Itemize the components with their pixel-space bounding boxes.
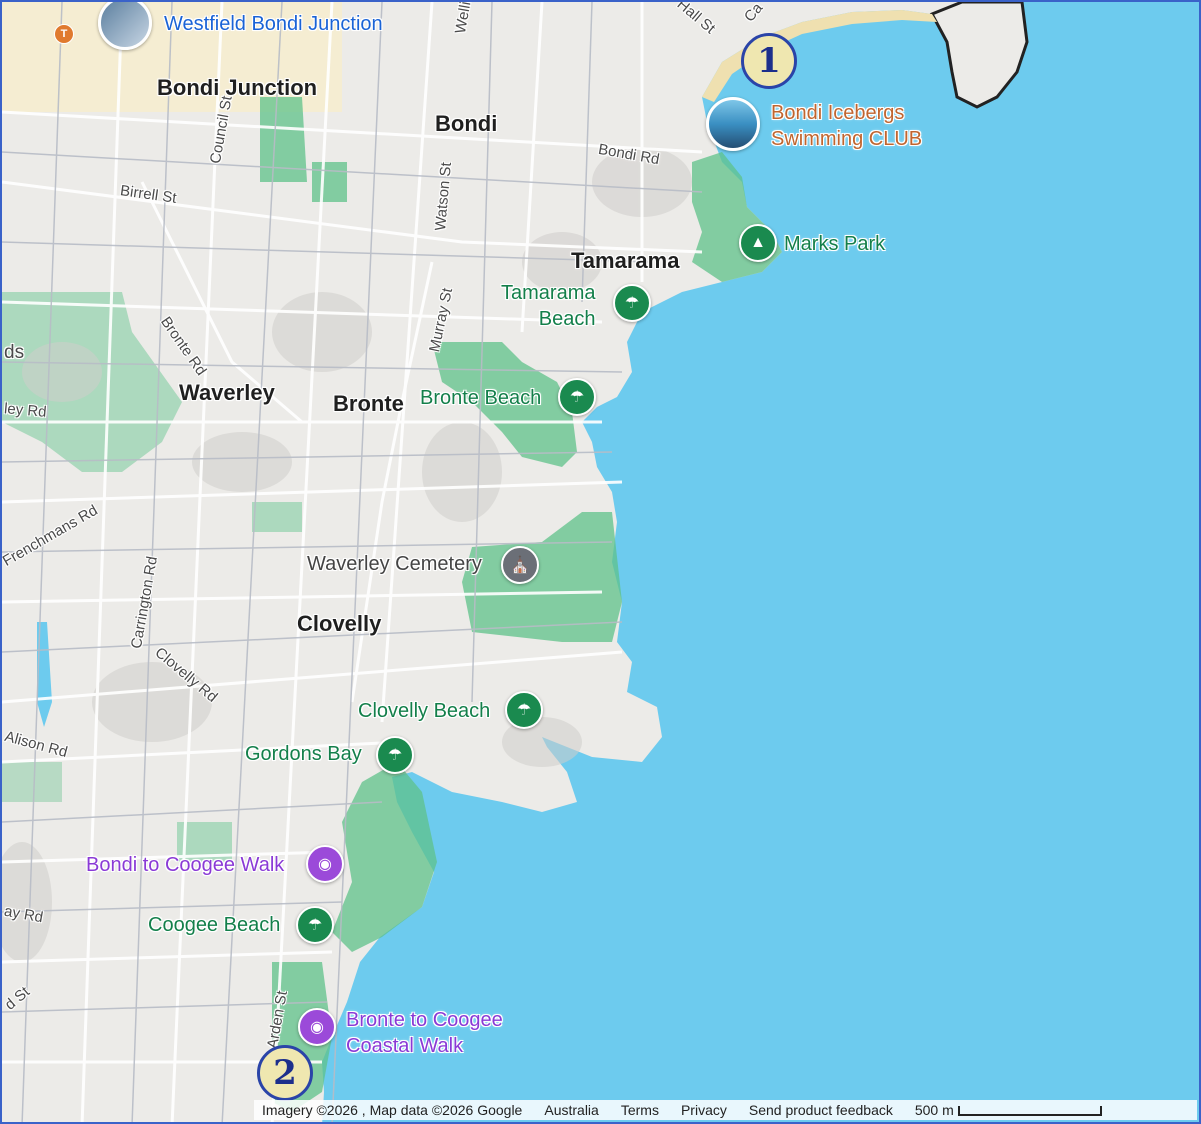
beach-umbrella-icon[interactable]: ☂ <box>296 906 334 944</box>
place-label-icebergs-line1: Bondi Icebergs <box>771 102 905 124</box>
cemetery-icon[interactable]: ⛪ <box>501 546 539 584</box>
suburb-label-bondi-junction: Bondi Junction <box>157 75 318 100</box>
street-label: ley Rd <box>3 400 48 421</box>
imagery-attribution: Imagery ©2026 , Map data ©2026 Google <box>262 1102 523 1118</box>
place-label-coogee-beach[interactable]: Coogee Beach <box>148 914 280 937</box>
camera-icon[interactable]: ◉ <box>306 845 344 883</box>
map-canvas[interactable]: Bondi Junction Bondi Tamarama Waverley B… <box>0 0 1201 1124</box>
route-marker-1[interactable]: 1 <box>741 33 797 89</box>
place-label-bronte-coogee-line1: Bronte to Coogee <box>346 1009 503 1031</box>
map-base <box>2 2 1199 1122</box>
beach-umbrella-icon[interactable]: ☂ <box>558 378 596 416</box>
place-label-clovelly-beach[interactable]: Clovelly Beach <box>358 700 490 723</box>
route-marker-2[interactable]: 2 <box>257 1045 313 1101</box>
place-label-tamarama-beach[interactable]: Tamarama Beach <box>501 280 595 332</box>
tree-icon[interactable]: ▲ <box>739 224 777 262</box>
place-label-waverley-cemetery[interactable]: Waverley Cemetery <box>307 553 482 576</box>
place-label-bronte-beach[interactable]: Bronte Beach <box>420 387 541 410</box>
street-label: ds <box>4 342 25 363</box>
place-label-gordons-bay[interactable]: Gordons Bay <box>245 743 362 766</box>
suburb-label-bondi: Bondi <box>435 111 498 136</box>
feedback-link[interactable]: Send product feedback <box>749 1102 893 1118</box>
train-icon[interactable]: T <box>54 24 74 44</box>
place-label-bronte-coogee-walk[interactable]: Bronte to Coogee Coastal Walk <box>346 1007 503 1059</box>
suburb-label-waverley: Waverley <box>179 380 275 405</box>
icebergs-photo-pin[interactable] <box>706 97 760 151</box>
place-label-icebergs-line2: Swimming CLUB <box>771 128 923 150</box>
place-label-marks-park[interactable]: Marks Park <box>784 233 885 256</box>
scale-label: 500 m <box>914 1102 954 1118</box>
place-label-tamarama-line1: Tamarama <box>501 282 596 304</box>
place-label-tamarama-line2: Beach <box>538 308 596 330</box>
place-label-bronte-coogee-line2: Coastal Walk <box>346 1035 464 1057</box>
suburb-label-clovelly: Clovelly <box>297 611 382 636</box>
beach-umbrella-icon[interactable]: ☂ <box>505 691 543 729</box>
place-label-bondi-coogee-walk[interactable]: Bondi to Coogee Walk <box>86 852 284 878</box>
scale-indicator[interactable]: 500 m <box>915 1102 1102 1118</box>
place-label-westfield[interactable]: Westfield Bondi Junction <box>164 13 383 36</box>
scale-bar <box>957 1106 1102 1117</box>
terms-link[interactable]: Terms <box>621 1102 659 1118</box>
place-label-icebergs[interactable]: Bondi Icebergs Swimming CLUB <box>771 100 922 152</box>
beach-umbrella-icon[interactable]: ☂ <box>376 736 414 774</box>
camera-icon[interactable]: ◉ <box>298 1008 336 1046</box>
privacy-link[interactable]: Privacy <box>681 1102 727 1118</box>
suburb-label-bronte: Bronte <box>333 391 404 416</box>
beach-umbrella-icon[interactable]: ☂ <box>613 284 651 322</box>
suburb-label-tamarama: Tamarama <box>571 248 680 273</box>
country-link[interactable]: Australia <box>544 1102 598 1118</box>
map-footer: Imagery ©2026 , Map data ©2026 Google Au… <box>254 1100 1197 1120</box>
